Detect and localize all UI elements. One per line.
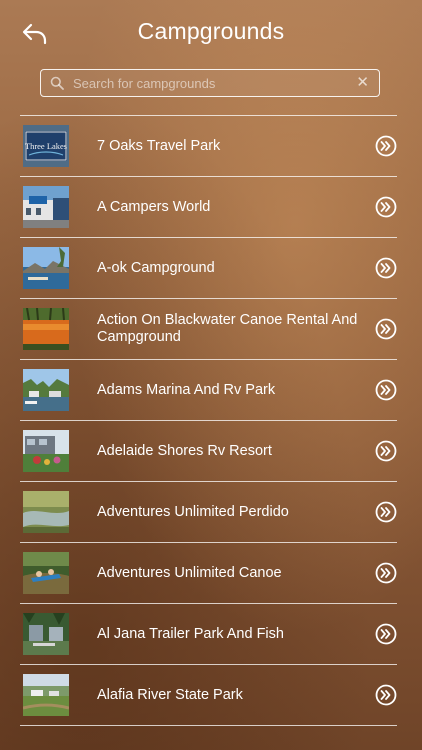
thumbnail-image: [23, 552, 69, 594]
list-item[interactable]: A-ok Campground: [20, 238, 397, 299]
thumbnail-image: [23, 186, 69, 228]
chevron-right-icon: [375, 684, 397, 706]
list-item[interactable]: Adventures Unlimited Perdido: [20, 482, 397, 543]
list-item[interactable]: Al Jana Trailer Park And Fish: [20, 604, 397, 665]
chevron-right-icon: [375, 501, 397, 523]
list-item[interactable]: Alafia River State Park: [20, 665, 397, 726]
thumbnail-image: [23, 491, 69, 533]
header-bar: Campgrounds: [0, 0, 422, 64]
list-item-label: Al Jana Trailer Park And Fish: [97, 625, 284, 642]
chevron-right-icon: [375, 318, 397, 340]
chevron-right-icon: [375, 257, 397, 279]
list-item[interactable]: A Campers World: [20, 177, 397, 238]
thumbnail-image: [23, 247, 69, 289]
thumbnail-logo-text: Three Lakes: [25, 141, 67, 151]
page-title: Campgrounds: [137, 18, 285, 44]
search-icon: [50, 76, 64, 90]
thumbnail-image: [23, 369, 69, 411]
thumbnail-image: [23, 430, 69, 472]
clear-icon[interactable]: ✕: [356, 74, 369, 92]
chevron-right-icon: [375, 562, 397, 584]
chevron-right-icon: [375, 135, 397, 157]
thumbnail-image: [23, 613, 69, 655]
list-item[interactable]: Action On Blackwater Canoe Rental And Ca…: [20, 299, 397, 360]
chevron-right-icon: [375, 440, 397, 462]
chevron-right-icon: [375, 196, 397, 218]
list-item[interactable]: Adelaide Shores Rv Resort: [20, 421, 397, 482]
search-input[interactable]: [73, 72, 353, 94]
list-item-label: Adventures Unlimited Perdido: [97, 503, 289, 520]
list-item-label: 7 Oaks Travel Park: [97, 137, 221, 154]
campground-list: Three Lakes 7 Oaks Travel Park A Campers…: [20, 115, 397, 726]
list-item-label: Adams Marina And Rv Park: [97, 381, 276, 398]
search-bar[interactable]: ✕: [40, 69, 380, 97]
list-item-label: Action On Blackwater Canoe Rental And Ca…: [97, 312, 358, 345]
chevron-right-icon: [375, 623, 397, 645]
thumbnail-image: Three Lakes: [23, 125, 69, 167]
list-item[interactable]: Adams Marina And Rv Park: [20, 360, 397, 421]
list-item-label: A-ok Campground: [97, 259, 215, 276]
thumbnail-image: [23, 674, 69, 716]
list-item[interactable]: Three Lakes 7 Oaks Travel Park: [20, 116, 397, 177]
chevron-right-icon: [375, 379, 397, 401]
list-item-label: Adelaide Shores Rv Resort: [97, 442, 272, 459]
thumbnail-image: [23, 308, 69, 350]
list-item-label: A Campers World: [97, 198, 211, 215]
list-item[interactable]: Adventures Unlimited Canoe: [20, 543, 397, 604]
list-item-label: Adventures Unlimited Canoe: [97, 564, 282, 581]
list-item-label: Alafia River State Park: [97, 686, 243, 703]
